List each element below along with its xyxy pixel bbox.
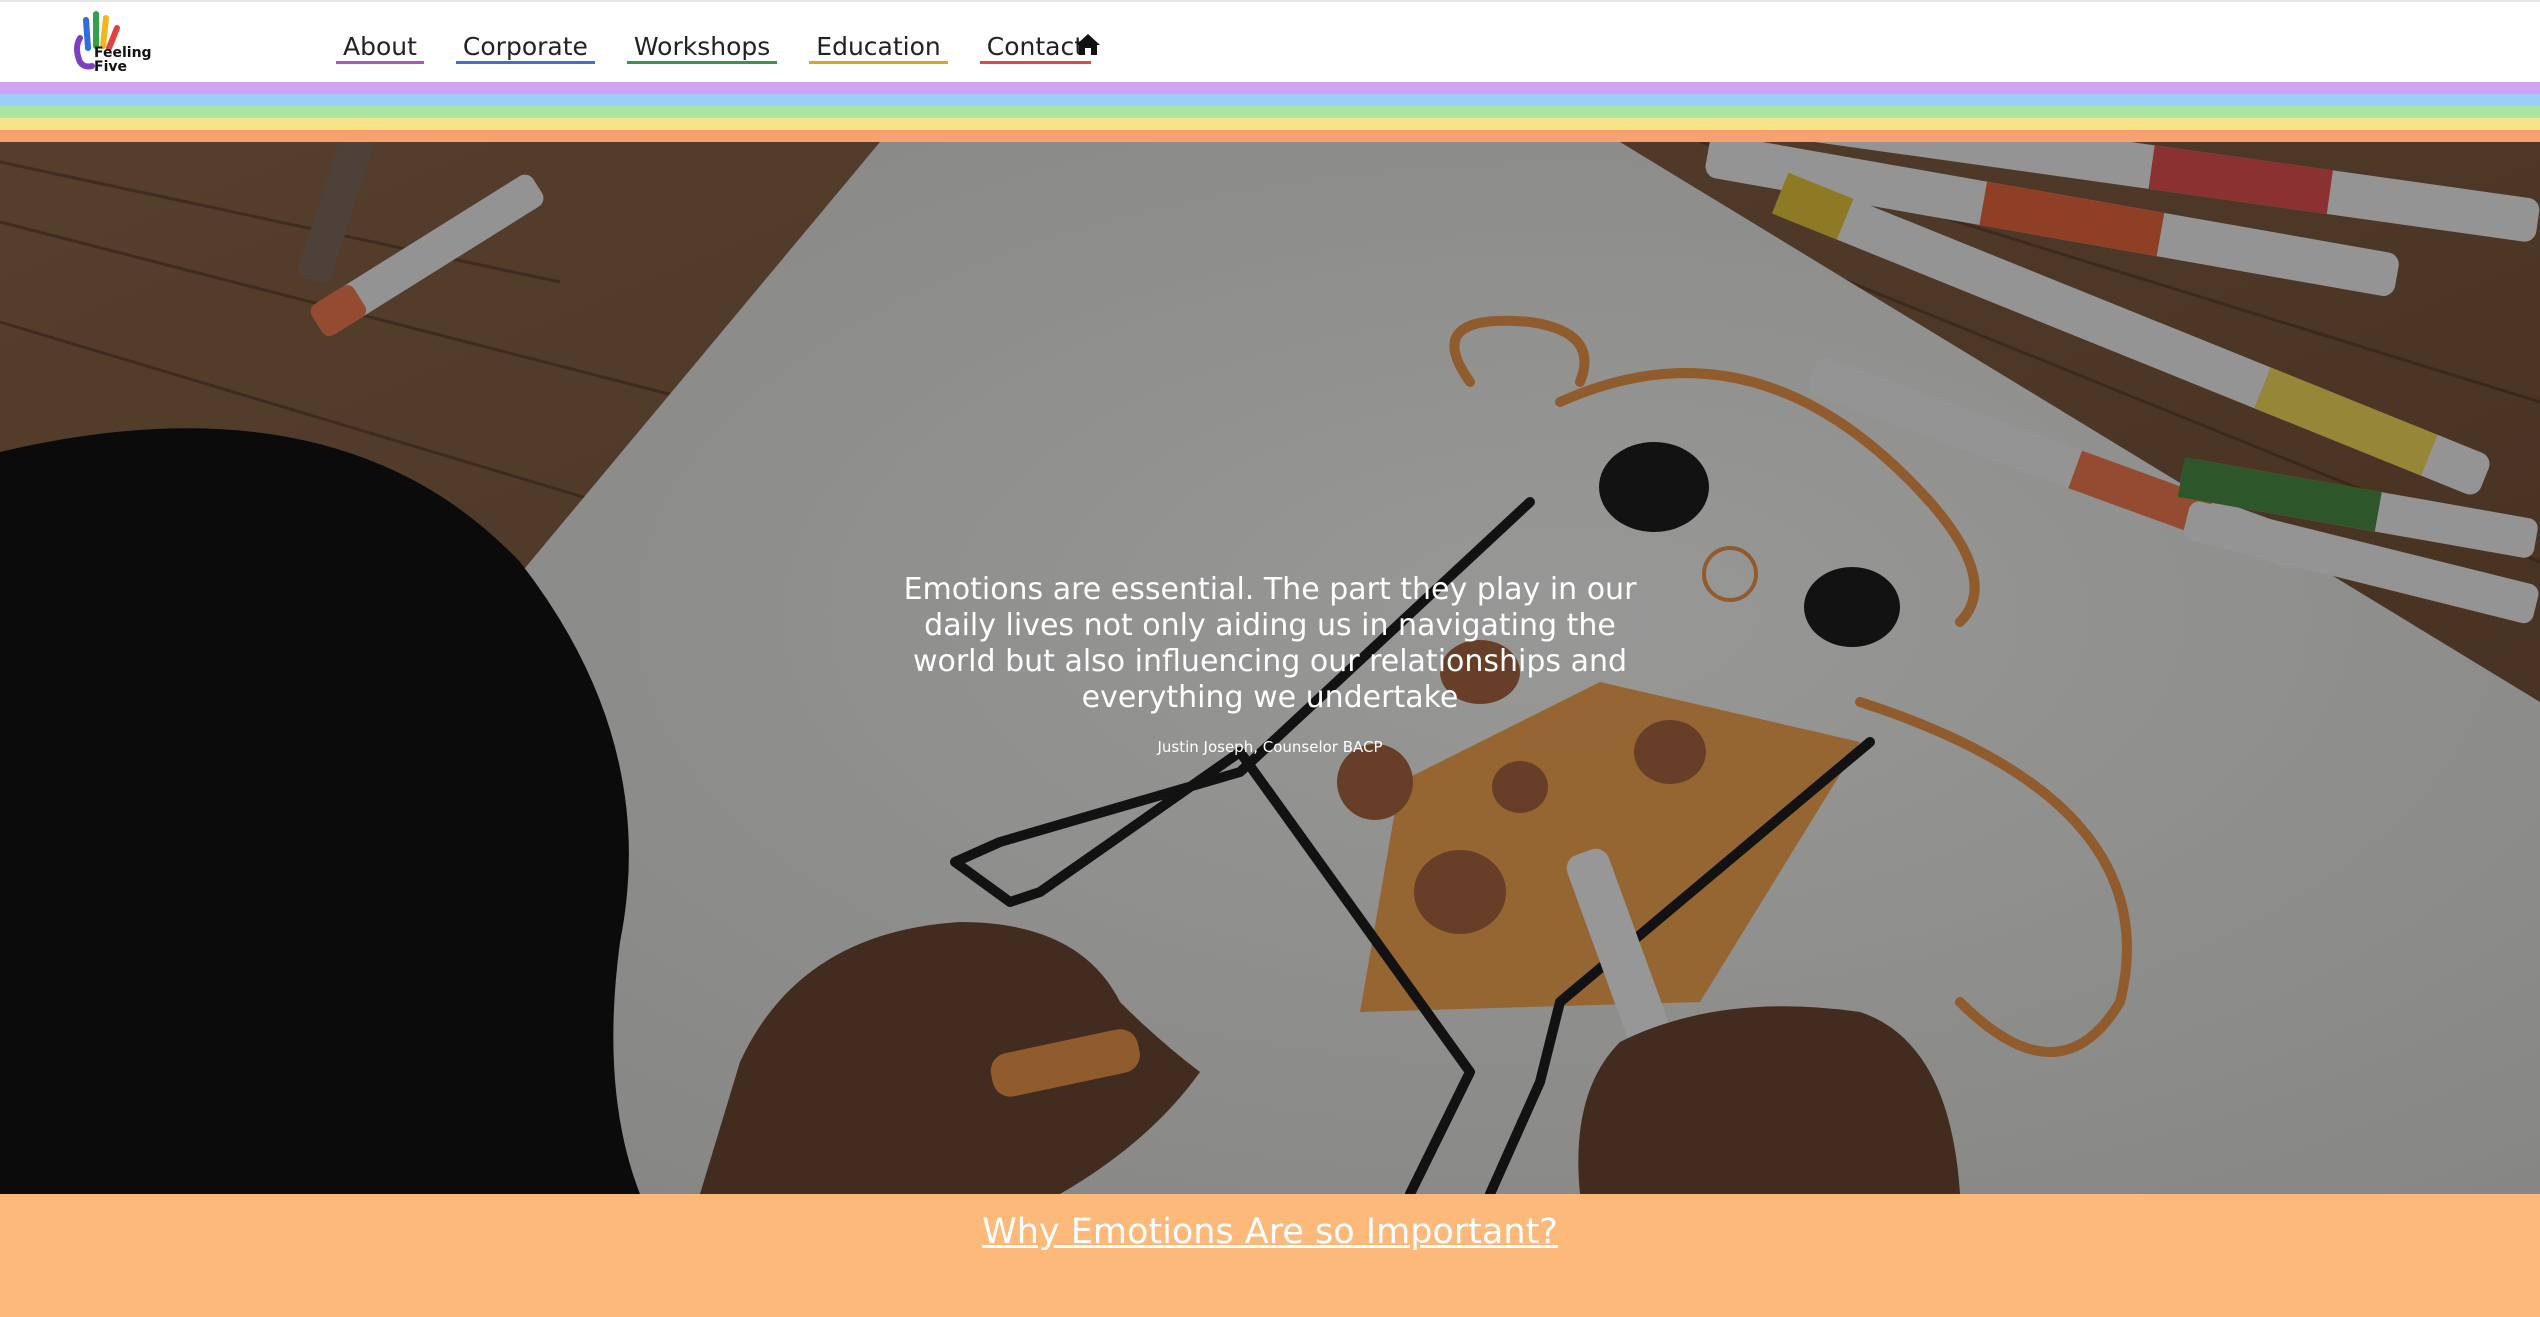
- nav-workshops[interactable]: Workshops: [626, 2, 778, 64]
- main-nav: About Corporate Workshops Education Cont…: [336, 2, 1123, 84]
- rainbow-stripe-purple: [0, 82, 2540, 94]
- why-emotions-link[interactable]: Why Emotions Are so Important?: [0, 1212, 2540, 1252]
- quote-author: Justin Joseph, Counselor BACP: [1157, 738, 1383, 756]
- home-icon[interactable]: [1075, 32, 1101, 56]
- nav-education[interactable]: Education: [809, 2, 948, 64]
- emotions-section: Why Emotions Are so Important?: [0, 1194, 2540, 1317]
- rainbow-stripe-blue: [0, 94, 2540, 106]
- rainbow-band: [0, 82, 2540, 142]
- nav-about[interactable]: About: [336, 2, 424, 64]
- page: Feeling Five About Corporate Workshops E…: [0, 0, 2540, 1317]
- hero-quote: Emotions are essential. The part they pl…: [903, 572, 1637, 715]
- nav-corporate[interactable]: Corporate: [455, 2, 595, 64]
- site-header: Feeling Five About Corporate Workshops E…: [0, 0, 2540, 82]
- rainbow-stripe-yellow: [0, 118, 2540, 130]
- hero-banner: Emotions are essential. The part they pl…: [0, 142, 2540, 1194]
- logo-text: Feeling Five: [94, 45, 152, 75]
- rainbow-stripe-orange: [0, 130, 2540, 142]
- rainbow-stripe-green: [0, 106, 2540, 118]
- site-logo[interactable]: Feeling Five: [70, 8, 160, 80]
